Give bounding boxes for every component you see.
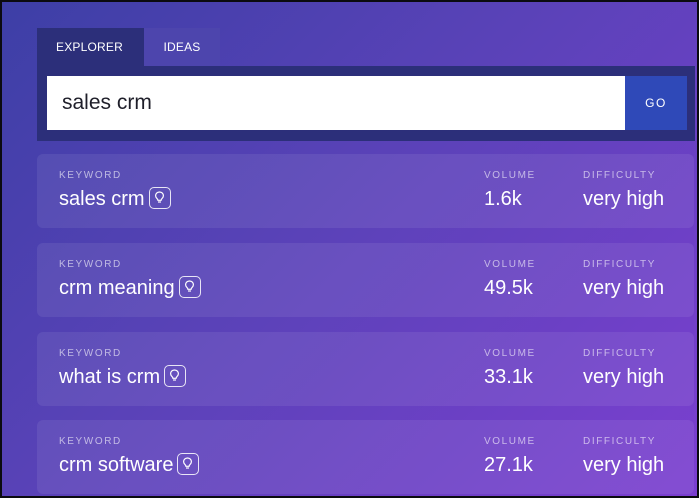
keyword-row: KEYWORD crm meaning VOLUME 49.5k DIFFICU… — [37, 243, 694, 317]
keyword-label: KEYWORD — [59, 259, 122, 270]
difficulty-label: DIFFICULTY — [583, 348, 657, 359]
difficulty-label: DIFFICULTY — [583, 170, 657, 181]
lightbulb-icon — [184, 280, 194, 292]
keyword-text: sales crm — [59, 188, 145, 210]
tab-ideas[interactable]: IDEAS — [144, 28, 220, 66]
keyword-ideas-button[interactable] — [164, 364, 187, 387]
volume-value: 33.1k — [484, 366, 533, 388]
difficulty-value: very high — [583, 366, 665, 388]
volume-label: VOLUME — [484, 170, 536, 181]
volume-value: 27.1k — [484, 454, 533, 476]
keyword-row: KEYWORD sales crm VOLUME 1.6k DIFFICULTY… — [37, 154, 694, 228]
keyword-value: what is crm — [59, 364, 187, 389]
volume-label: VOLUME — [484, 348, 536, 359]
keyword-text: crm meaning — [59, 277, 175, 299]
keyword-row: KEYWORD crm software VOLUME 27.1k DIFFIC… — [37, 420, 694, 494]
keyword-value: sales crm — [59, 186, 171, 211]
lightbulb-icon — [154, 191, 164, 203]
keyword-ideas-button[interactable] — [178, 275, 201, 298]
search-input[interactable] — [47, 76, 625, 130]
keyword-text: what is crm — [59, 366, 161, 388]
tab-bar: EXPLORER IDEAS — [37, 28, 220, 66]
volume-label: VOLUME — [484, 259, 536, 270]
volume-value: 1.6k — [484, 188, 522, 210]
keyword-ideas-button[interactable] — [148, 186, 171, 209]
difficulty-label: DIFFICULTY — [583, 259, 657, 270]
difficulty-value: very high — [583, 188, 665, 210]
keyword-value: crm meaning — [59, 275, 201, 300]
keyword-label: KEYWORD — [59, 436, 122, 447]
difficulty-value: very high — [583, 277, 665, 299]
lightbulb-icon — [183, 457, 193, 469]
volume-label: VOLUME — [484, 436, 536, 447]
search-bar: GO — [37, 66, 695, 141]
keyword-label: KEYWORD — [59, 348, 122, 359]
go-button[interactable]: GO — [625, 76, 687, 130]
keyword-row: KEYWORD what is crm VOLUME 33.1k DIFFICU… — [37, 332, 694, 406]
keyword-ideas-button[interactable] — [177, 452, 200, 475]
difficulty-value: very high — [583, 454, 665, 476]
difficulty-label: DIFFICULTY — [583, 436, 657, 447]
keyword-value: crm software — [59, 452, 200, 477]
volume-value: 49.5k — [484, 277, 533, 299]
keyword-explorer-panel: EXPLORER IDEAS GO KEYWORD sales crm VOLU… — [0, 0, 699, 498]
keyword-text: crm software — [59, 454, 174, 476]
lightbulb-icon — [170, 369, 180, 381]
keyword-label: KEYWORD — [59, 170, 122, 181]
tab-explorer[interactable]: EXPLORER — [37, 28, 144, 66]
